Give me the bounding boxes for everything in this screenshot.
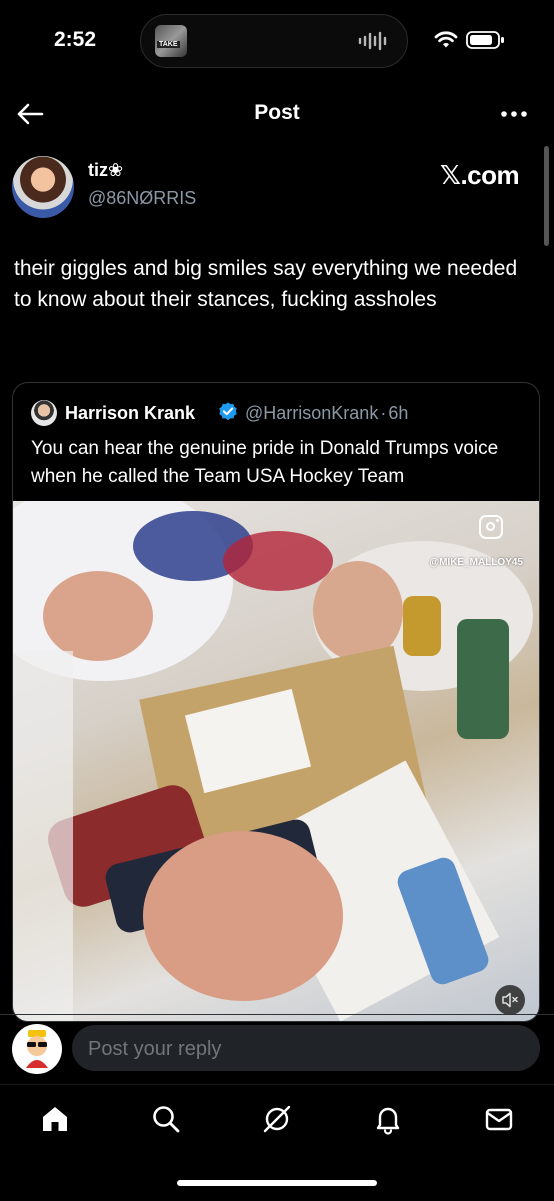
quote-timestamp: 6h — [388, 403, 409, 423]
quoted-post[interactable]: Harrison Krank @HarrisonKrank · 6h You can… — [12, 382, 540, 1022]
quote-author-meta: @HarrisonKrank · 6h — [245, 403, 408, 424]
video-frame-detail — [457, 619, 509, 739]
muted-speaker-icon — [502, 992, 518, 1008]
page-title: Post — [254, 101, 300, 124]
more-horizontal-icon[interactable] — [496, 100, 532, 128]
quote-text: You can hear the genuine pride in Donald… — [31, 438, 499, 487]
home-icon[interactable] — [39, 1103, 71, 1135]
source-label: 𝕏.com — [440, 160, 520, 190]
bell-icon[interactable] — [372, 1103, 404, 1135]
dynamic-island[interactable]: TAKE — [140, 14, 408, 68]
quote-author-handle[interactable]: @HarrisonKrank — [245, 403, 378, 423]
author-name[interactable]: tiz❀ — [88, 160, 123, 181]
verified-badge-icon — [219, 402, 237, 421]
video-frame-detail — [223, 531, 333, 591]
quote-author-name[interactable]: Harrison Krank — [65, 403, 195, 424]
quote-author-avatar[interactable] — [31, 400, 57, 426]
video-frame-detail — [43, 571, 153, 661]
post-text: their giggles and big smiles say everyth… — [14, 257, 518, 311]
mute-toggle-button[interactable] — [495, 985, 525, 1015]
home-indicator[interactable] — [177, 1180, 377, 1186]
thumbnail-label: TAKE — [157, 41, 180, 48]
user-avatar[interactable] — [12, 1024, 62, 1074]
audio-waveform-icon — [358, 31, 387, 51]
instagram-icon — [479, 515, 503, 539]
video-frame-detail — [143, 831, 343, 1001]
video-frame-detail — [403, 596, 441, 656]
media-thumbnail: TAKE — [155, 25, 187, 57]
video-watermark: @MIKE_MALLOY45 — [429, 557, 523, 568]
reply-placeholder: Post your reply — [88, 1038, 222, 1060]
meta-separator: · — [380, 403, 387, 423]
mail-icon[interactable] — [483, 1103, 515, 1135]
author-avatar[interactable] — [12, 156, 74, 218]
search-icon[interactable] — [150, 1103, 182, 1135]
battery-icon — [466, 31, 504, 49]
status-time: 2:52 — [54, 28, 97, 51]
author-handle[interactable]: @86NØRRIS — [88, 188, 196, 209]
scrollbar[interactable] — [544, 146, 549, 246]
grok-icon[interactable] — [261, 1103, 293, 1135]
video-player[interactable]: @MIKE_MALLOY45 — [13, 501, 539, 1021]
avatar-illustration — [26, 1030, 48, 1068]
video-frame-detail — [13, 651, 73, 1021]
divider — [0, 1014, 554, 1015]
reply-input[interactable]: Post your reply — [72, 1025, 540, 1071]
wifi-icon — [434, 31, 458, 48]
